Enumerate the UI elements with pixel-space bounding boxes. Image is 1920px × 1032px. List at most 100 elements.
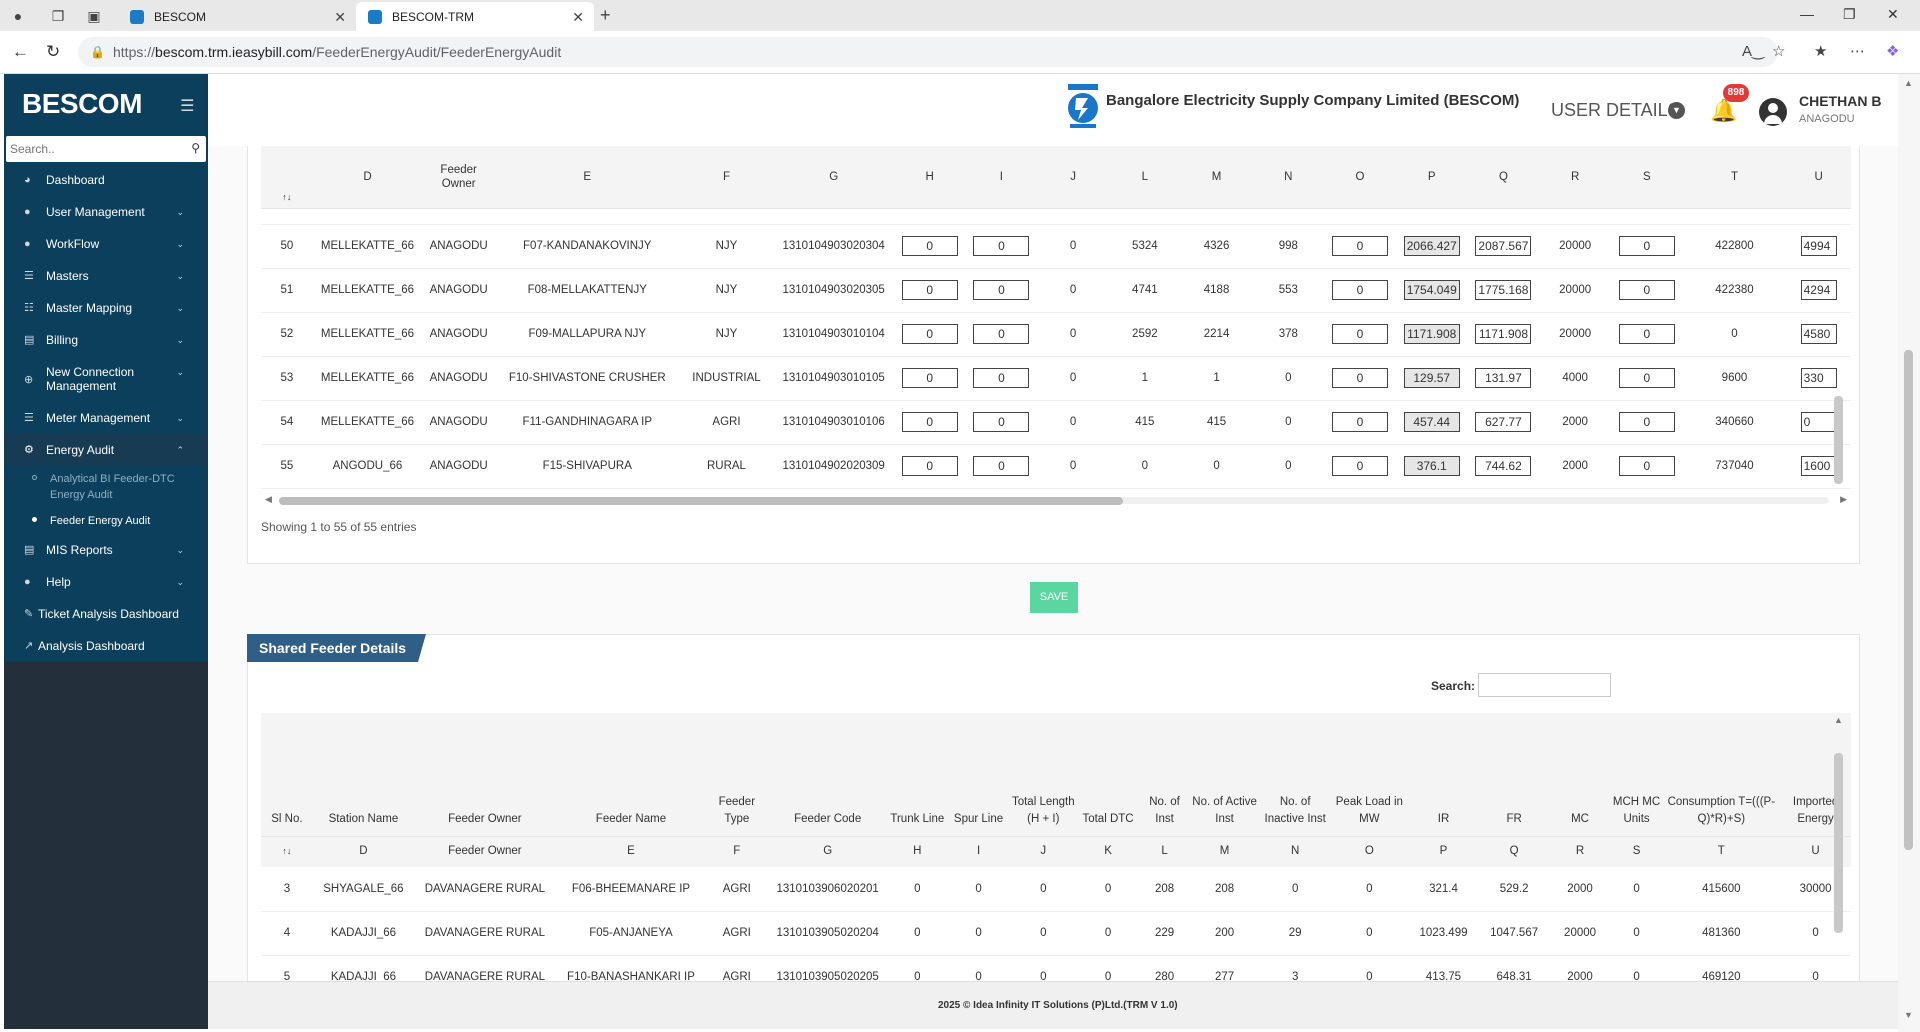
column-header[interactable]: Feeder Name: [555, 713, 707, 836]
column-header[interactable]: R: [1539, 146, 1612, 209]
minimize-icon[interactable]: —: [1800, 6, 1814, 22]
cell-input-q[interactable]: 744.62: [1475, 456, 1532, 476]
column-header[interactable]: L: [1108, 146, 1181, 209]
sidebar-item-ticket-analysis-dashboard[interactable]: ✎ Ticket Analysis Dashboard: [4, 598, 208, 630]
sort-icon[interactable]: ↑↓: [261, 835, 313, 867]
read-aloud-icon[interactable]: A‿: [1742, 42, 1764, 60]
cell-input-h[interactable]: 0: [901, 368, 958, 388]
scroll-down-icon[interactable]: ▼: [1904, 1010, 1913, 1020]
favorites-icon[interactable]: ★: [1814, 42, 1827, 60]
column-subheader[interactable]: L: [1139, 835, 1190, 867]
column-header[interactable]: D: [312, 146, 423, 209]
search-icon[interactable]: ⚲: [191, 141, 200, 155]
column-subheader[interactable]: J: [1010, 835, 1077, 867]
back-icon[interactable]: ←: [12, 42, 29, 62]
column-header[interactable]: Q: [1467, 146, 1540, 209]
sidebar-item-billing[interactable]: ▤ Billing ⌄: [4, 324, 208, 356]
cell-input-p[interactable]: 376.1: [1403, 456, 1460, 476]
column-header[interactable]: J: [1037, 146, 1109, 209]
scroll-right-icon[interactable]: ▶: [1840, 494, 1847, 505]
column-subheader[interactable]: O: [1330, 835, 1409, 867]
reload-icon[interactable]: ↻: [46, 42, 60, 62]
cell-input-q[interactable]: 2087.567: [1475, 236, 1532, 256]
column-header[interactable]: Station Name: [312, 713, 415, 836]
column-header[interactable]: Peak Load in MW: [1330, 713, 1409, 836]
cell-input-i[interactable]: 0: [973, 412, 1030, 432]
user-avatar-icon[interactable]: [1759, 98, 1787, 126]
column-subheader[interactable]: R: [1549, 835, 1611, 867]
column-header[interactable]: No. of Inst: [1139, 713, 1190, 836]
cell-input-u[interactable]: 4994: [1800, 236, 1837, 256]
column-header[interactable]: Feeder Type: [706, 713, 768, 836]
sidebar-item-help[interactable]: ● Help ⌄: [4, 566, 208, 598]
cell-input-i[interactable]: 0: [973, 456, 1030, 476]
close-tab-icon[interactable]: ✕: [572, 9, 584, 26]
cell-input-s[interactable]: 0: [1618, 236, 1675, 256]
cell-input-p[interactable]: 129.57: [1403, 368, 1460, 388]
cell-input-s[interactable]: 0: [1618, 280, 1675, 300]
hamburger-icon[interactable]: ☰: [180, 96, 194, 116]
sidebar-item-workflow[interactable]: ● WorkFlow ⌄: [4, 228, 208, 260]
cell-input-i[interactable]: 0: [973, 280, 1030, 300]
sidebar-search-input[interactable]: [6, 136, 176, 162]
column-subheader[interactable]: I: [946, 835, 1011, 867]
shared-table-vertical-scrollbar[interactable]: [1834, 753, 1843, 933]
cell-input-o[interactable]: 0: [1332, 280, 1388, 300]
column-header[interactable]: T: [1682, 146, 1787, 209]
cell-input-o[interactable]: 0: [1332, 412, 1388, 432]
column-header[interactable]: H: [893, 146, 966, 209]
column-header[interactable]: U: [1786, 146, 1851, 209]
cell-input-s[interactable]: 0: [1618, 368, 1675, 388]
user-details-toggle[interactable]: USER DETAILS: [1551, 100, 1680, 121]
column-header[interactable]: Sl No.: [261, 713, 313, 836]
cell-input-s[interactable]: 0: [1618, 456, 1675, 476]
cell-input-s[interactable]: 0: [1618, 324, 1675, 344]
scroll-up-icon[interactable]: ▲: [1834, 715, 1843, 725]
column-header[interactable]: FR: [1478, 713, 1550, 836]
cell-input-u[interactable]: 330: [1800, 368, 1837, 388]
column-subheader[interactable]: F: [706, 835, 768, 867]
column-subheader[interactable]: G: [767, 835, 888, 867]
page-scroll-thumb[interactable]: [1904, 350, 1913, 850]
column-header[interactable]: Feeder Code: [767, 713, 888, 836]
table-vertical-scrollbar[interactable]: [1834, 396, 1843, 484]
sidebar-item-masters[interactable]: ☰ Masters ⌄: [4, 260, 208, 292]
cell-input-q[interactable]: 627.77: [1475, 412, 1532, 432]
column-header[interactable]: I: [965, 146, 1038, 209]
sidebar-item-meter-management[interactable]: ☰ Meter Management ⌄: [4, 402, 208, 434]
column-subheader[interactable]: T: [1662, 835, 1781, 867]
cell-input-q[interactable]: 1171.908: [1475, 324, 1532, 344]
cell-input-o[interactable]: 0: [1332, 324, 1388, 344]
cell-input-h[interactable]: 0: [901, 236, 958, 256]
cell-input-o[interactable]: 0: [1332, 236, 1388, 256]
cell-input-i[interactable]: 0: [973, 324, 1030, 344]
more-icon[interactable]: ⋯: [1850, 42, 1865, 60]
column-header[interactable]: Trunk Line: [887, 713, 947, 836]
column-header[interactable]: Consumption T=(((P-Q)*R)+S): [1662, 713, 1781, 836]
cell-input-p[interactable]: 2066.427: [1403, 236, 1460, 256]
column-subheader[interactable]: M: [1189, 835, 1260, 867]
column-header[interactable]: IR: [1408, 713, 1479, 836]
column-header[interactable]: No. of Inactive Inst: [1259, 713, 1331, 836]
cell-input-u[interactable]: 4580: [1800, 324, 1837, 344]
column-subheader[interactable]: N: [1259, 835, 1331, 867]
column-header[interactable]: MCH MC Units: [1610, 713, 1663, 836]
cell-input-p[interactable]: 457.44: [1403, 412, 1460, 432]
column-header[interactable]: Total DTC: [1076, 713, 1140, 836]
scroll-thumb[interactable]: [279, 497, 1123, 505]
cell-input-q[interactable]: 1775.168: [1475, 280, 1532, 300]
column-subheader[interactable]: P: [1408, 835, 1479, 867]
submenu-item-feeder-energy-audit[interactable]: Feeder Energy Audit: [4, 508, 208, 534]
workspaces-icon[interactable]: ❐: [48, 6, 68, 26]
table-horizontal-scrollbar[interactable]: ◀ ▶: [261, 494, 1851, 506]
sort-icon[interactable]: ↑↓: [261, 146, 313, 209]
cell-input-h[interactable]: 0: [901, 456, 958, 476]
tab-actions-icon[interactable]: ▣: [84, 6, 104, 26]
column-header[interactable]: P: [1395, 146, 1468, 209]
column-subheader[interactable]: D: [312, 835, 415, 867]
sidebar-item-dashboard[interactable]: ◕ Dashboard: [4, 164, 208, 196]
column-header[interactable]: E: [495, 146, 680, 209]
column-header[interactable]: M: [1180, 146, 1253, 209]
url-field[interactable]: 🔒 https://bescom.trm.ieasybill.com/Feede…: [78, 37, 1778, 67]
cell-input-i[interactable]: 0: [973, 368, 1030, 388]
